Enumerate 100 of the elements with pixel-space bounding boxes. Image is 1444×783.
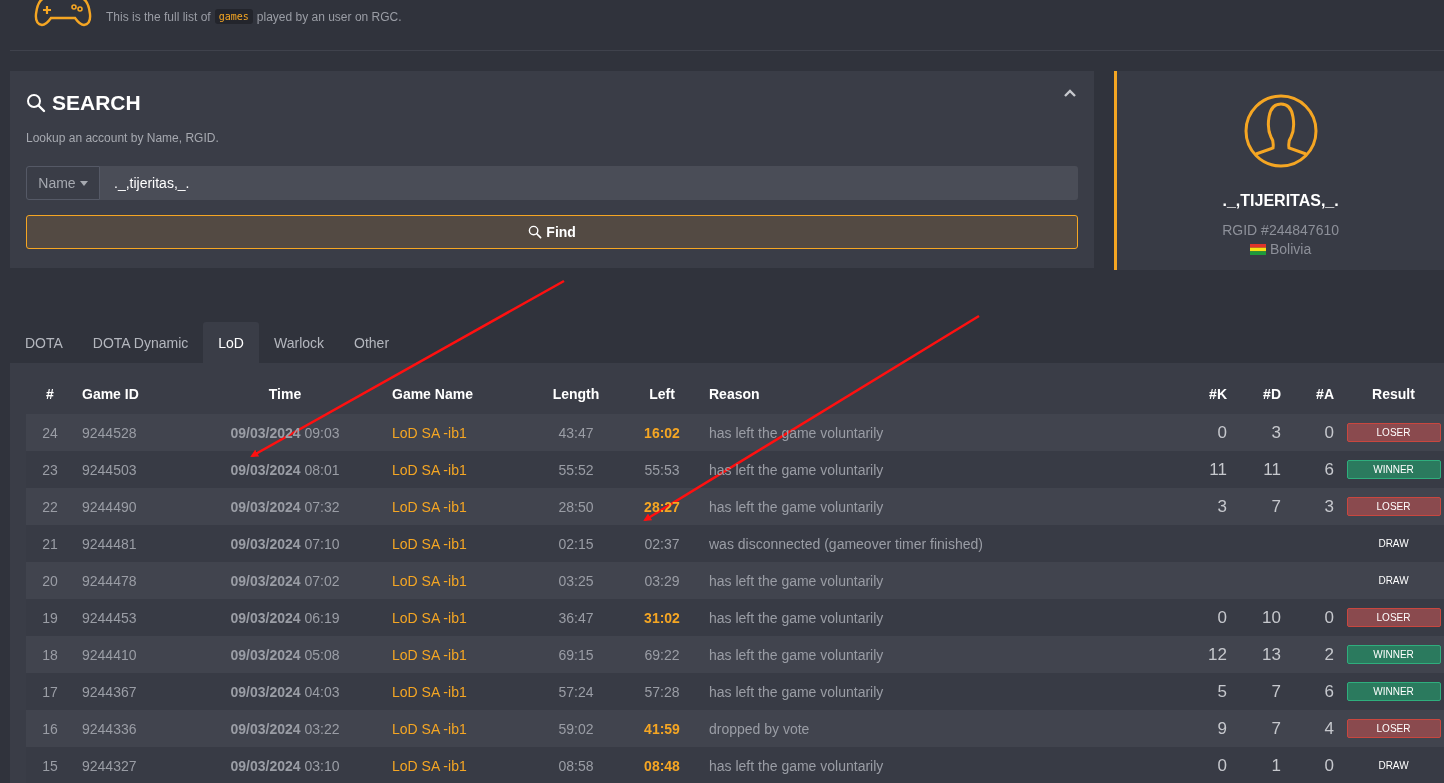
player-name: ._,TIJERITAS,_.	[1222, 192, 1339, 210]
game-tab[interactable]: DOTA Dynamic	[77, 322, 204, 363]
row-number: 24	[42, 424, 58, 441]
game-tab[interactable]: Other	[339, 322, 405, 363]
game-length: 69:15	[558, 646, 594, 663]
column-header: #A	[1316, 385, 1334, 402]
game-id: 9244410	[82, 646, 137, 663]
column-header: Game Name	[392, 385, 473, 402]
column-header: #D	[1263, 385, 1281, 402]
kills-count: 11	[1209, 459, 1227, 479]
game-name: LoD SA -ib1	[392, 646, 467, 663]
column-header: Game ID	[82, 385, 139, 402]
game-time: 09/03/2024 03:10	[230, 757, 340, 774]
leave-reason: has left the game voluntarily	[709, 683, 884, 700]
game-id: 9244490	[82, 498, 137, 515]
filter-dropdown[interactable]: Name	[26, 166, 100, 200]
leave-reason: has left the game voluntarily	[709, 757, 884, 774]
assists-count: 0	[1324, 607, 1334, 627]
collapse-icon[interactable]	[1064, 89, 1077, 97]
left-time: 41:59	[644, 720, 680, 737]
left-time: 08:48	[644, 757, 680, 774]
assists-count: 0	[1324, 755, 1334, 775]
result-label: WINNER	[1346, 645, 1441, 664]
search-field[interactable]: ._,tijeritas,_.	[100, 166, 1079, 200]
player-country: Bolivia	[1270, 241, 1312, 257]
result-label: WINNER	[1346, 682, 1441, 701]
game-time: 09/03/2024 03:22	[230, 720, 340, 737]
game-time: 09/03/2024 05:08	[230, 646, 340, 663]
deaths-count: 7	[1271, 718, 1281, 738]
row-number: 22	[42, 498, 58, 515]
result-label: LOSER	[1346, 719, 1441, 738]
assists-count: 2	[1324, 644, 1334, 664]
assists-count: 3	[1324, 496, 1334, 516]
game-id: 9244528	[82, 424, 137, 441]
kills-count: 9	[1217, 718, 1227, 738]
assists-count: 0	[1324, 422, 1334, 442]
game-name: LoD SA -ib1	[392, 720, 467, 737]
result-label: DRAW	[1377, 759, 1410, 773]
game-name: LoD SA -ib1	[392, 424, 467, 441]
game-time: 09/03/2024 08:01	[230, 461, 340, 478]
kills-count: 0	[1217, 755, 1227, 775]
row-number: 23	[42, 461, 58, 478]
search-description: Lookup an account by Name, RGID.	[26, 131, 220, 145]
column-header: Left	[649, 385, 675, 402]
game-id: 9244453	[82, 609, 137, 626]
kills-count: 5	[1217, 681, 1227, 701]
game-tab[interactable]: DOTA	[10, 322, 78, 363]
column-header: #	[46, 385, 54, 402]
assists-count: 6	[1324, 681, 1334, 701]
column-header: Time	[268, 385, 302, 402]
game-tab[interactable]: LoD	[203, 322, 259, 363]
deaths-count: 11	[1263, 459, 1281, 479]
row-number: 20	[42, 572, 58, 589]
left-time: 03:29	[644, 572, 680, 589]
result-label: LOSER	[1346, 497, 1441, 516]
deaths-count: 1	[1271, 755, 1281, 775]
deaths-count: 7	[1271, 681, 1281, 701]
game-name: LoD SA -ib1	[392, 461, 467, 478]
left-time: 31:02	[644, 609, 680, 626]
left-time: 69:22	[644, 646, 680, 663]
deaths-count: 10	[1262, 607, 1281, 627]
flag-icon	[1250, 243, 1266, 255]
result-label: LOSER	[1346, 423, 1441, 442]
left-time: 55:53	[644, 461, 680, 478]
game-name: LoD SA -ib1	[392, 683, 467, 700]
left-time: 57:28	[644, 683, 680, 700]
game-length: 36:47	[558, 609, 594, 626]
game-length: 03:25	[558, 572, 594, 589]
row-number: 17	[42, 683, 58, 700]
subtitle-text: played by an user on RGC.	[256, 9, 402, 24]
subtitle-text: This is the full list of	[106, 9, 211, 24]
column-header: Reason	[709, 385, 760, 402]
leave-reason: has left the game voluntarily	[709, 646, 884, 663]
game-id: 9244336	[82, 720, 137, 737]
row-number: 19	[42, 609, 58, 626]
game-id: 9244478	[82, 572, 137, 589]
leave-reason: has left the game voluntarily	[709, 609, 884, 626]
deaths-count: 3	[1271, 422, 1281, 442]
left-time: 16:02	[644, 424, 680, 441]
column-header: #K	[1209, 385, 1227, 402]
leave-reason: was disconnected (gameover timer finished)	[709, 535, 983, 552]
avatar-icon	[1242, 93, 1319, 169]
game-length: 43:47	[558, 424, 594, 441]
result-label: WINNER	[1346, 460, 1441, 479]
game-name: LoD SA -ib1	[392, 572, 467, 589]
deaths-count: 7	[1271, 496, 1281, 516]
game-id: 9244367	[82, 683, 137, 700]
leave-reason: has left the game voluntarily	[709, 498, 884, 515]
search-title: SEARCH	[52, 91, 141, 115]
game-tab[interactable]: Warlock	[259, 322, 340, 363]
deaths-count: 13	[1262, 644, 1281, 664]
result-label: DRAW	[1377, 574, 1410, 588]
game-time: 09/03/2024 07:10	[230, 535, 340, 552]
assists-count: 4	[1324, 718, 1334, 738]
find-button[interactable]: Find	[26, 215, 1079, 249]
row-number: 15	[42, 757, 58, 774]
game-length: 02:15	[558, 535, 594, 552]
game-length: 55:52	[558, 461, 594, 478]
game-length: 57:24	[558, 683, 594, 700]
game-id: 9244481	[82, 535, 137, 552]
